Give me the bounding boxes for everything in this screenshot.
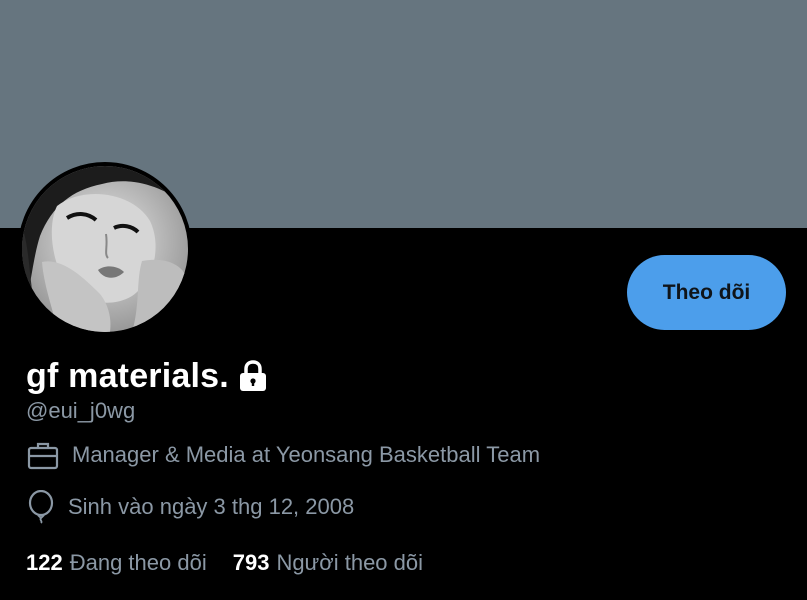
- profile-page: Theo dõi gf materials. @eui_j0wg Manager…: [0, 0, 807, 600]
- balloon-icon: [28, 490, 54, 524]
- lock-icon: [239, 360, 266, 391]
- avatar-photo: [22, 166, 188, 332]
- display-name: gf materials.: [26, 356, 229, 395]
- birthday-info: Sinh vào ngày 3 thg 12, 2008: [26, 490, 354, 524]
- work-info: Manager & Media at Yeonsang Basketball T…: [26, 438, 540, 472]
- name-row: gf materials.: [26, 356, 269, 396]
- followers-label: Người theo dõi: [276, 550, 424, 575]
- following-link[interactable]: 122 Đang theo dõi: [26, 550, 207, 576]
- briefcase-icon: [27, 442, 59, 470]
- follow-button[interactable]: Theo dõi: [627, 255, 786, 330]
- user-handle: @eui_j0wg: [26, 398, 136, 423]
- birthday-text: Sinh vào ngày 3 thg 12, 2008: [68, 494, 355, 519]
- following-label: Đang theo dõi: [69, 550, 207, 575]
- following-count: 122: [26, 550, 63, 575]
- followers-count: 793: [232, 550, 270, 575]
- followers-link[interactable]: 793 Người theo dõi: [233, 550, 423, 576]
- follow-stats: 122 Đang theo dõi 793 Người theo dõi: [26, 550, 449, 576]
- avatar[interactable]: [18, 162, 192, 336]
- work-text: Manager & Media at Yeonsang Basketball T…: [72, 442, 541, 467]
